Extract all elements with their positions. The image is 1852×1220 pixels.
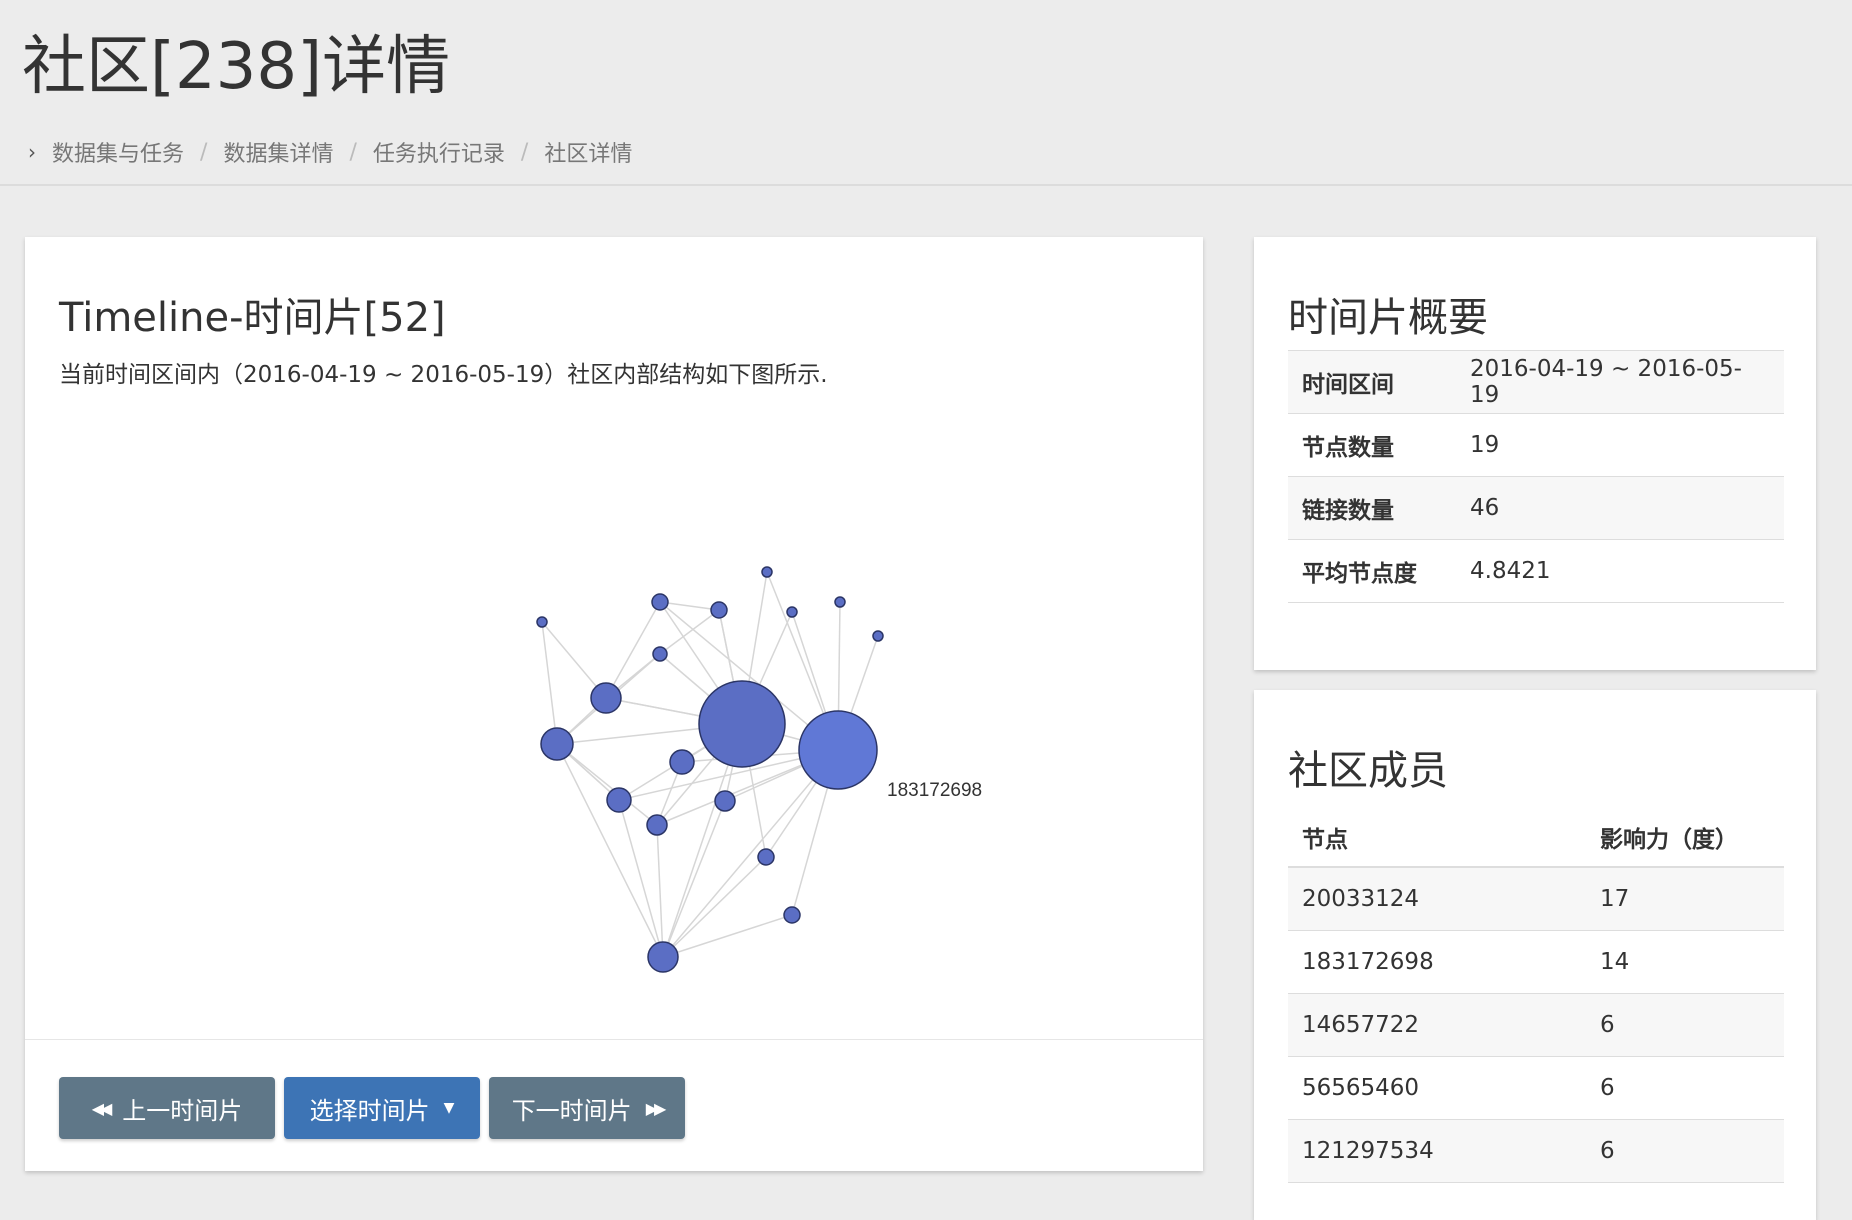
table-row[interactable]: 183172698 14 [1288,930,1784,994]
member-node: 121297534 [1288,1119,1586,1183]
table-row[interactable]: 14657722 6 [1288,993,1784,1057]
graph-node[interactable] [757,848,775,866]
graph-node-label: 183172698 [887,780,982,801]
column-header-influence: 影响力（度） [1586,808,1784,868]
graph-edge [556,743,658,826]
timeline-footer: ◀◀ 上一时间片 选择时间片 ▼ 下一时间片 ▶▶ [25,1039,1203,1172]
member-node: 14657722 [1288,993,1586,1057]
breadcrumb-item-task-records[interactable]: 任务执行记录 [373,136,505,168]
select-timeslice-label: 选择时间片 [309,1096,430,1125]
graph-node[interactable] [651,593,669,611]
timeline-description: 当前时间区间内（2016-04-19 ~ 2016-05-19）社区内部结构如下… [59,362,828,388]
summary-card: 时间片概要 时间区间 2016-04-19 ~ 2016-05-19 节点数量 … [1254,237,1816,670]
summary-value: 4.8421 [1456,539,1784,603]
graph-node[interactable] [646,814,668,836]
graph-edge [556,743,664,958]
summary-row: 平均节点度 4.8421 [1288,539,1784,603]
graph-edge [662,856,767,958]
graph-node[interactable] [698,680,786,768]
graph-node-highlighted[interactable] [798,710,878,790]
member-node: 56565460 [1288,1056,1586,1120]
graph-edge [662,800,726,958]
rewind-icon: ◀◀ [91,1098,113,1118]
prev-timeslice-label: 上一时间片 [122,1096,243,1125]
timeline-title: Timeline-时间片[52] [59,295,446,341]
summary-key: 节点数量 [1288,413,1456,477]
summary-value: 19 [1456,413,1784,477]
graph-node[interactable] [872,630,884,642]
graph-node[interactable] [669,749,695,775]
table-row[interactable]: 56565460 6 [1288,1056,1784,1120]
graph-node[interactable] [783,906,801,924]
graph-edge [541,621,558,745]
summary-value: 2016-04-19 ~ 2016-05-19 [1456,350,1784,414]
member-influence: 14 [1586,930,1784,994]
member-influence: 6 [1586,1119,1784,1183]
breadcrumb-item-datasets[interactable]: 数据集与任务 [52,136,184,168]
graph-node[interactable] [606,787,632,813]
breadcrumb-separator: / [520,139,529,165]
summary-key: 平均节点度 [1288,539,1456,603]
caret-down-icon: ▼ [443,1100,455,1116]
member-influence: 6 [1586,1056,1784,1120]
chevron-right-icon: › [28,140,36,164]
select-timeslice-dropdown[interactable]: 选择时间片 ▼ [284,1077,480,1139]
summary-row: 时间区间 2016-04-19 ~ 2016-05-19 [1288,350,1784,414]
summary-key: 时间区间 [1288,350,1456,414]
page-header: 社区[238]详情 › 数据集与任务 / 数据集详情 / 任务执行记录 / 社区… [0,0,1852,186]
members-title: 社区成员 [1288,748,1448,794]
graph-node[interactable] [834,596,846,608]
breadcrumb-separator: / [349,139,357,165]
summary-value: 46 [1456,476,1784,540]
column-header-node: 节点 [1288,808,1586,868]
summary-title: 时间片概要 [1288,295,1488,341]
next-timeslice-label: 下一时间片 [511,1096,632,1125]
graph-node[interactable] [714,790,736,812]
graph-edge [662,749,839,958]
graph-edge [605,601,661,699]
breadcrumb-item-dataset-detail[interactable]: 数据集详情 [223,136,333,168]
prev-timeslice-button[interactable]: ◀◀ 上一时间片 [59,1077,275,1139]
member-influence: 6 [1586,993,1784,1057]
graph-node[interactable] [761,566,773,578]
breadcrumb-separator: / [200,139,208,165]
next-timeslice-button[interactable]: 下一时间片 ▶▶ [489,1077,685,1139]
graph-node[interactable] [647,941,679,973]
summary-table: 时间区间 2016-04-19 ~ 2016-05-19 节点数量 19 链接数… [1288,350,1784,603]
graph-node[interactable] [540,727,574,761]
member-node: 183172698 [1288,930,1586,994]
graph-edge [662,914,793,958]
member-influence: 17 [1586,867,1784,931]
summary-row: 节点数量 19 [1288,413,1784,477]
timeline-card: Timeline-时间片[52] 当前时间区间内（2016-04-19 ~ 20… [25,237,1203,1171]
graph-node[interactable] [652,646,668,662]
fast-forward-icon: ▶▶ [645,1098,667,1118]
summary-row: 链接数量 46 [1288,476,1784,540]
breadcrumb: › 数据集与任务 / 数据集详情 / 任务执行记录 / 社区详情 [28,136,632,168]
graph-node[interactable] [786,606,798,618]
members-table: 节点 影响力（度） 20033124 17 183172698 14 14657… [1288,808,1784,1183]
community-graph[interactable]: 183172698 [25,397,1203,1097]
graph-node[interactable] [590,682,622,714]
page-title: 社区[238]详情 [22,30,451,104]
graph-edge [659,609,720,655]
summary-key: 链接数量 [1288,476,1456,540]
graph-node[interactable] [710,601,728,619]
breadcrumb-item-current: 社区详情 [544,142,633,167]
graph-node[interactable] [536,616,548,628]
member-node: 20033124 [1288,867,1586,931]
members-header-row: 节点 影响力（度） [1288,808,1784,868]
table-row[interactable]: 121297534 6 [1288,1119,1784,1183]
members-card: 社区成员 节点 影响力（度） 20033124 17 183172698 14 … [1254,690,1816,1220]
table-row[interactable]: 20033124 17 [1288,867,1784,931]
